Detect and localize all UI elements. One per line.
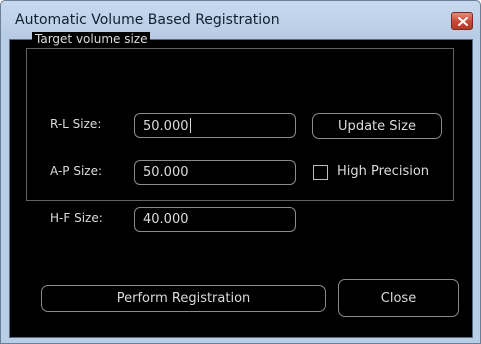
update-size-button[interactable]: Update Size <box>312 113 442 139</box>
high-precision-label[interactable]: High Precision <box>337 164 429 179</box>
high-precision-checkbox[interactable] <box>313 165 328 180</box>
close-icon <box>458 17 468 26</box>
hf-size-input[interactable]: 40.000 <box>134 207 296 232</box>
close-button[interactable]: Close <box>338 279 459 317</box>
ap-size-input[interactable]: 50.000 <box>134 160 296 185</box>
hf-size-label: H-F Size: <box>50 211 103 225</box>
dialog-window: Automatic Volume Based Registration Targ… <box>0 0 481 344</box>
text-caret <box>189 118 191 133</box>
ap-size-label: A-P Size: <box>50 164 103 178</box>
window-title: Automatic Volume Based Registration <box>15 12 280 28</box>
perform-registration-button[interactable]: Perform Registration <box>41 285 326 312</box>
group-title: Target volume size <box>32 32 151 46</box>
rl-size-input[interactable]: 50.000 <box>134 113 296 138</box>
rl-size-value: 50.000 <box>143 119 189 134</box>
window-close-button[interactable] <box>451 12 473 30</box>
rl-size-label: R-L Size: <box>50 117 102 131</box>
